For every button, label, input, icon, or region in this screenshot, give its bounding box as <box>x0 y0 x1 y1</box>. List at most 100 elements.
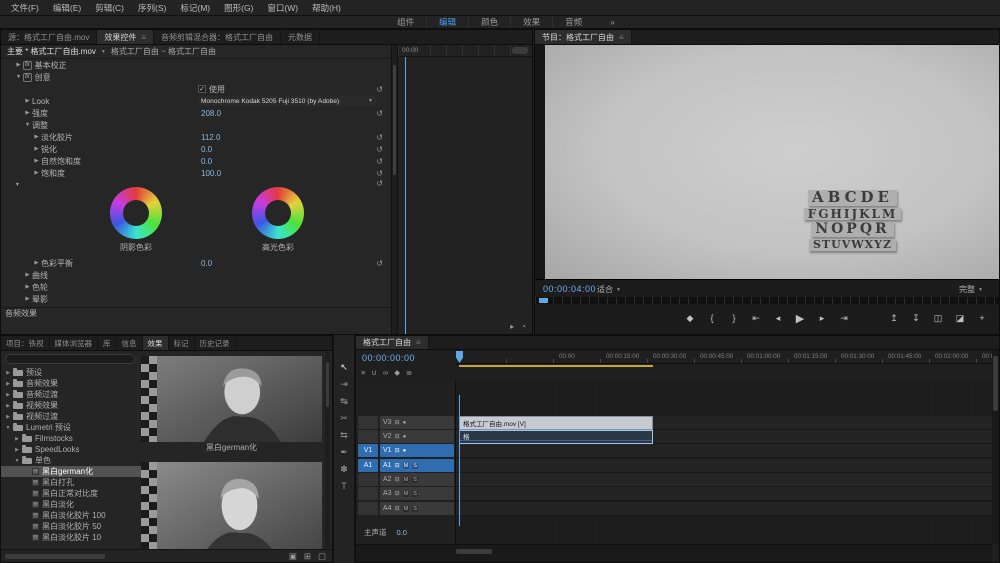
effect-parameter-row[interactable]: ▶淡化胶片112.0↺ <box>1 131 391 143</box>
track-header-A3[interactable]: A3⊟MS <box>358 487 454 500</box>
timeline-settings-icon[interactable]: ≣ <box>406 368 412 377</box>
track-select-forward-tool[interactable]: ⇥ <box>340 380 348 389</box>
step-forward-button[interactable]: ▸ <box>811 309 833 327</box>
effect-parameter-row[interactable]: ▶色彩平衡0.0↺ <box>1 257 391 269</box>
parameter-value[interactable]: 0.0 <box>201 157 212 166</box>
track-target-icon[interactable]: ● <box>403 420 407 426</box>
track-header-A4[interactable]: A4⊟MS <box>358 502 454 515</box>
track-controls-V2[interactable]: V2⊟● <box>380 430 454 443</box>
list-view-icon[interactable]: ▣ <box>289 551 297 562</box>
twirl-icon[interactable]: ▶ <box>32 260 41 266</box>
panel-menu-icon[interactable]: ≡ <box>619 33 624 42</box>
panel-tab[interactable]: 源：格式工厂自由.mov <box>1 30 97 44</box>
panel-tab[interactable]: 项目：铁视 <box>1 336 50 350</box>
comparison-view-button[interactable]: ◪ <box>949 309 971 327</box>
parameter-value[interactable]: 0.0 <box>201 259 212 268</box>
effect-parameter-row[interactable]: ▶强度208.0↺ <box>1 107 391 119</box>
sync-lock-icon[interactable]: ⊟ <box>395 505 400 512</box>
look-preset-dropdown[interactable]: Monochrome Kodak 5205 Fuji 3510 (by Adob… <box>198 96 376 106</box>
solo-button[interactable]: S <box>412 506 418 512</box>
menu-item[interactable]: 编辑(E) <box>46 2 88 14</box>
reset-icon[interactable]: ↺ <box>376 169 383 178</box>
tree-item[interactable]: ▶视频过渡 <box>1 411 141 422</box>
type-tool[interactable]: T <box>341 482 347 491</box>
menu-item[interactable]: 帮助(H) <box>305 2 348 14</box>
mute-button[interactable]: M <box>403 506 410 512</box>
play-audio-only-icon[interactable]: ▸ <box>510 322 514 331</box>
extract-button[interactable]: ↧ <box>905 309 927 327</box>
panel-tab[interactable]: 媒体浏览器 <box>50 336 99 350</box>
menu-item[interactable]: 窗口(W) <box>260 2 305 14</box>
panel-menu-icon[interactable]: ≡ <box>416 338 421 347</box>
timeline-horizontal-scrollbar[interactable] <box>356 544 992 562</box>
program-scrubber[interactable] <box>535 297 999 304</box>
add-marker-icon[interactable]: ◆ <box>394 368 400 377</box>
panel-tab[interactable]: 元数据 <box>281 30 320 44</box>
twirl-icon[interactable]: ▶ <box>13 436 21 442</box>
mark-in-button[interactable]: { <box>701 309 723 327</box>
source-patch-V2[interactable] <box>358 430 378 443</box>
effect-parameter-row[interactable]: ▶fx基本校正 <box>1 59 391 71</box>
play-button[interactable]: ▶ <box>789 309 811 327</box>
source-patch-V1[interactable]: V1 <box>358 444 378 457</box>
track-header-V2[interactable]: V2⊟● <box>358 430 454 443</box>
master-track[interactable]: 主声道0.0 <box>364 526 407 539</box>
clip-source-selector[interactable]: 主要 * 格式工厂自由.mov <box>7 46 96 57</box>
effect-parameter-row[interactable]: ▶LookMonochrome Kodak 5205 Fuji 3510 (by… <box>1 95 391 107</box>
effect-parameter-row[interactable]: ▼fx创意 <box>1 71 391 83</box>
menu-item[interactable]: 图形(G) <box>217 2 260 14</box>
twirl-icon[interactable]: ▼ <box>13 458 21 464</box>
source-patch-V3[interactable] <box>358 416 378 429</box>
twirl-icon[interactable]: ▶ <box>23 110 32 116</box>
panel-tab[interactable]: 标记 <box>169 336 195 350</box>
twirl-icon[interactable]: ▼ <box>23 122 32 128</box>
tree-item[interactable]: 黑白淡化胶片 10 <box>1 532 141 543</box>
track-controls-A1[interactable]: A1⊟MS <box>380 459 454 472</box>
timeline-vertical-scrollbar[interactable] <box>992 350 999 544</box>
program-timecode[interactable]: 00:00:04:00 <box>543 284 596 294</box>
track-header-V3[interactable]: V3⊟● <box>358 416 454 429</box>
use-checkbox[interactable]: ✓使用 <box>198 84 225 95</box>
twirl-icon[interactable]: ▶ <box>23 98 32 104</box>
playback-resolution-dropdown[interactable]: 完整▼ <box>959 284 983 295</box>
track-header-V1[interactable]: V1V1⊟● <box>358 444 454 457</box>
workspace-tab[interactable]: 颜色 <box>468 16 510 28</box>
menu-item[interactable]: 标记(M) <box>173 2 217 14</box>
add-marker-button[interactable]: ◆ <box>679 309 701 327</box>
mute-button[interactable]: M <box>403 477 410 483</box>
track-header-A2[interactable]: A2⊟MS <box>358 473 454 486</box>
twirl-icon[interactable]: ▼ <box>4 425 12 431</box>
parameter-value[interactable]: 208.0 <box>201 109 221 118</box>
mini-timeline-scrollbar[interactable] <box>512 47 528 54</box>
toggle-effects-icon[interactable]: ◔ <box>521 322 526 331</box>
track-controls-V1[interactable]: V1⊟● <box>380 444 454 457</box>
panel-tab[interactable]: 信息 <box>117 336 143 350</box>
audio-clip[interactable]: 格 <box>459 430 653 444</box>
twirl-icon[interactable]: ▶ <box>4 403 12 409</box>
panel-tab-sequence[interactable]: 格式工厂自由 ≡ <box>356 336 429 349</box>
sync-lock-icon[interactable]: ⊟ <box>395 490 400 497</box>
twirl-icon[interactable]: ▶ <box>32 158 41 164</box>
workspace-overflow-button[interactable]: » <box>610 17 615 27</box>
source-patch-A3[interactable] <box>358 487 378 500</box>
menu-item[interactable]: 文件(F) <box>4 2 46 14</box>
sync-lock-icon[interactable]: ⊟ <box>395 462 400 469</box>
mute-button[interactable]: M <box>403 491 410 497</box>
panel-menu-icon[interactable]: ≡ <box>141 33 146 42</box>
parameter-value[interactable]: 112.0 <box>201 133 220 142</box>
menu-item[interactable]: 序列(S) <box>131 2 173 14</box>
track-target-icon[interactable]: ● <box>403 434 407 440</box>
reset-icon[interactable]: ↺ <box>376 133 383 142</box>
tree-item[interactable]: 黑白打孔 <box>1 477 141 488</box>
solo-button[interactable]: S <box>412 477 418 483</box>
timeline-timecode[interactable]: 00:00:00:00 <box>362 353 415 363</box>
sequence-menu-icon[interactable]: ≡ <box>361 368 365 377</box>
sync-lock-icon[interactable]: ⊟ <box>395 433 400 440</box>
tree-item[interactable]: ▶视频效果 <box>1 400 141 411</box>
ripple-edit-tool[interactable]: ↹ <box>340 397 348 406</box>
track-header-A1[interactable]: A1A1⊟MS <box>358 459 454 472</box>
tree-item[interactable]: 黑白german化 <box>1 466 141 477</box>
reset-icon[interactable]: ↺ <box>376 179 383 188</box>
source-patch-A4[interactable] <box>358 502 378 515</box>
button-editor-button[interactable]: + <box>971 309 993 327</box>
